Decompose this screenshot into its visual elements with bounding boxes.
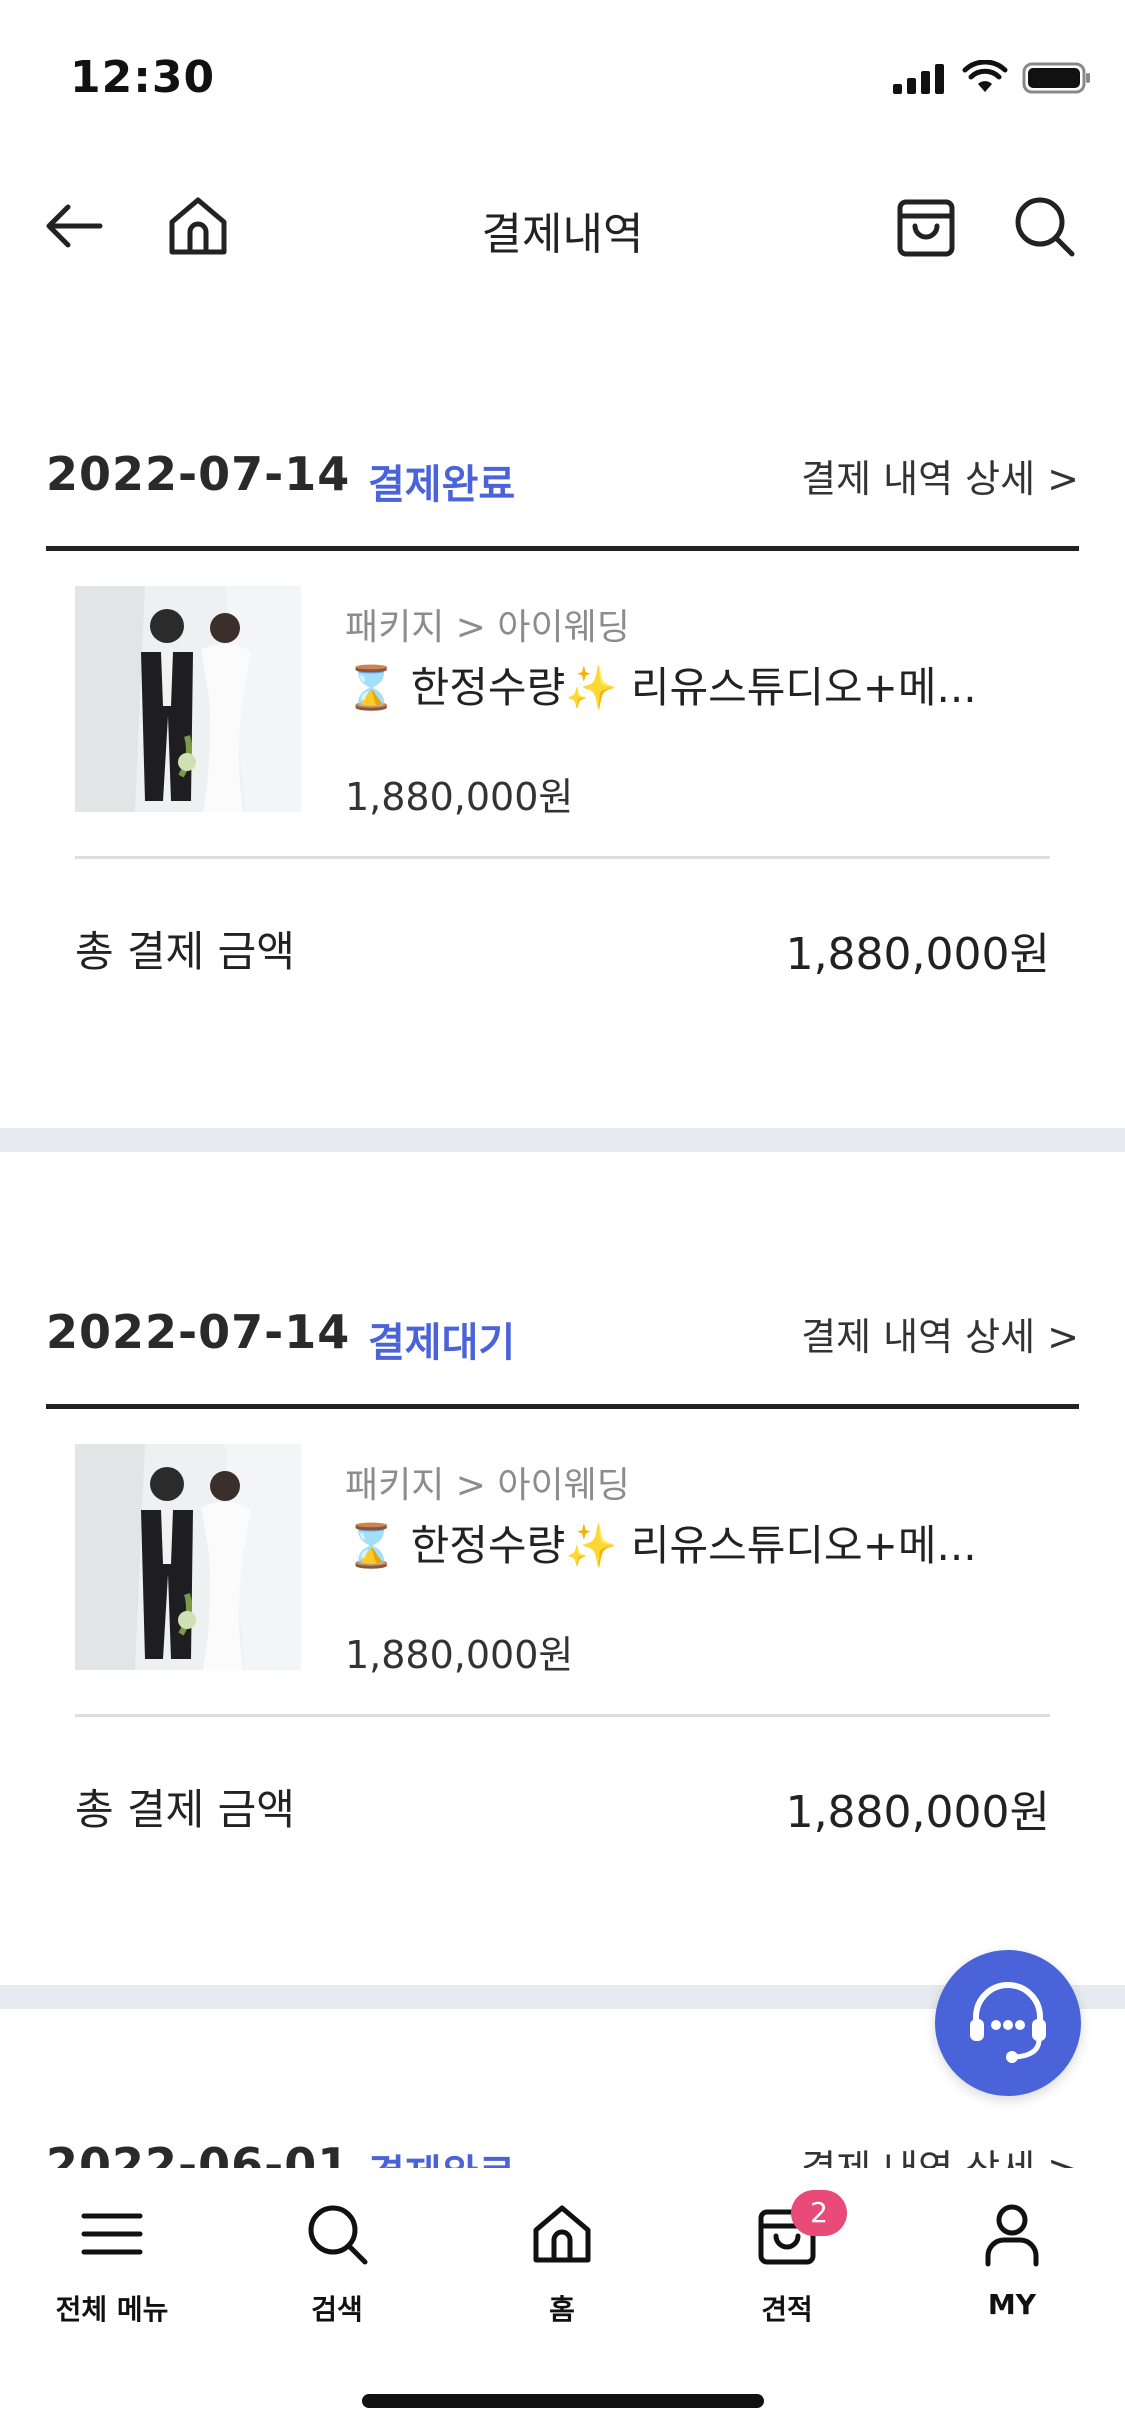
product-price: 1,880,000원 (345, 775, 574, 819)
quote-count-badge: 2 (791, 2190, 847, 2236)
order-date: 2022-07-14 (46, 447, 351, 501)
shopping-bag-icon[interactable] (890, 190, 962, 262)
wifi-icon (962, 60, 1008, 92)
order-detail-link[interactable]: 결제 내역 상세 > (801, 1306, 1079, 1361)
product-thumbnail[interactable] (75, 1444, 301, 1670)
battery-icon (1022, 62, 1090, 94)
tab-menu[interactable]: 전체 메뉴 (32, 2198, 192, 2328)
tab-label: 홈 (549, 2293, 575, 2326)
total-value: 1,880,000원 (785, 1787, 1050, 1838)
product-price: 1,880,000원 (345, 1633, 574, 1677)
order-detail-link[interactable]: 결제 내역 상세 > (801, 448, 1079, 503)
order-header: 2022-07-14 결제완료 결제 내역 상세 > (46, 410, 1079, 550)
header-divider (46, 546, 1079, 551)
order-status-badge: 결제완료 (368, 462, 516, 508)
order-item[interactable]: 패키지 > 아이웨딩 ⌛️ 한정수량✨ 리유스튜디오+메... 1,880,00… (75, 1444, 1050, 1684)
menu-icon (81, 2213, 143, 2255)
search-icon[interactable] (1008, 190, 1080, 262)
status-bar: 12:30 (0, 0, 1125, 150)
home-indicator[interactable] (362, 2394, 764, 2408)
product-name[interactable]: ⌛️ 한정수량✨ 리유스튜디오+메... (345, 1512, 1045, 1573)
product-thumbnail[interactable] (75, 586, 301, 812)
customer-support-button[interactable] (935, 1950, 1081, 2096)
tab-quote[interactable]: 2 견적 (707, 2190, 867, 2328)
section-divider (0, 1128, 1125, 1152)
tab-label: 견적 (761, 2293, 813, 2326)
search-icon (308, 2205, 368, 2265)
total-label: 총 결제 금액 (75, 1785, 295, 1834)
tab-label: 검색 (311, 2293, 363, 2326)
order-date: 2022-07-14 (46, 1305, 351, 1359)
cellular-signal-icon (893, 64, 944, 94)
user-icon (985, 2204, 1039, 2267)
tab-home[interactable]: 홈 (482, 2198, 642, 2328)
order-item[interactable]: 패키지 > 아이웨딩 ⌛️ 한정수량✨ 리유스튜디오+메... 1,880,00… (75, 586, 1050, 826)
product-category: 패키지 > 아이웨딩 (345, 1465, 630, 1506)
tab-label: MY (987, 2288, 1037, 2321)
home-icon (533, 2205, 591, 2263)
headset-chat-icon (970, 1982, 1046, 2063)
item-divider (75, 856, 1050, 859)
order-status-badge: 결제대기 (368, 1320, 516, 1366)
item-divider (75, 1714, 1050, 1717)
header-divider (46, 1404, 1079, 1409)
product-category: 패키지 > 아이웨딩 (345, 607, 630, 648)
top-nav-bar: 결제내역 (0, 150, 1125, 300)
total-label: 총 결제 금액 (75, 927, 295, 976)
status-time: 12:30 (70, 52, 216, 103)
tab-my[interactable]: MY (932, 2198, 1092, 2328)
tab-label: 전체 메뉴 (55, 2293, 169, 2326)
total-value: 1,880,000원 (785, 929, 1050, 980)
product-name[interactable]: ⌛️ 한정수량✨ 리유스튜디오+메... (345, 654, 1045, 715)
order-header: 2022-07-14 결제대기 결제 내역 상세 > (46, 1268, 1079, 1408)
tab-search[interactable]: 검색 (257, 2198, 417, 2328)
